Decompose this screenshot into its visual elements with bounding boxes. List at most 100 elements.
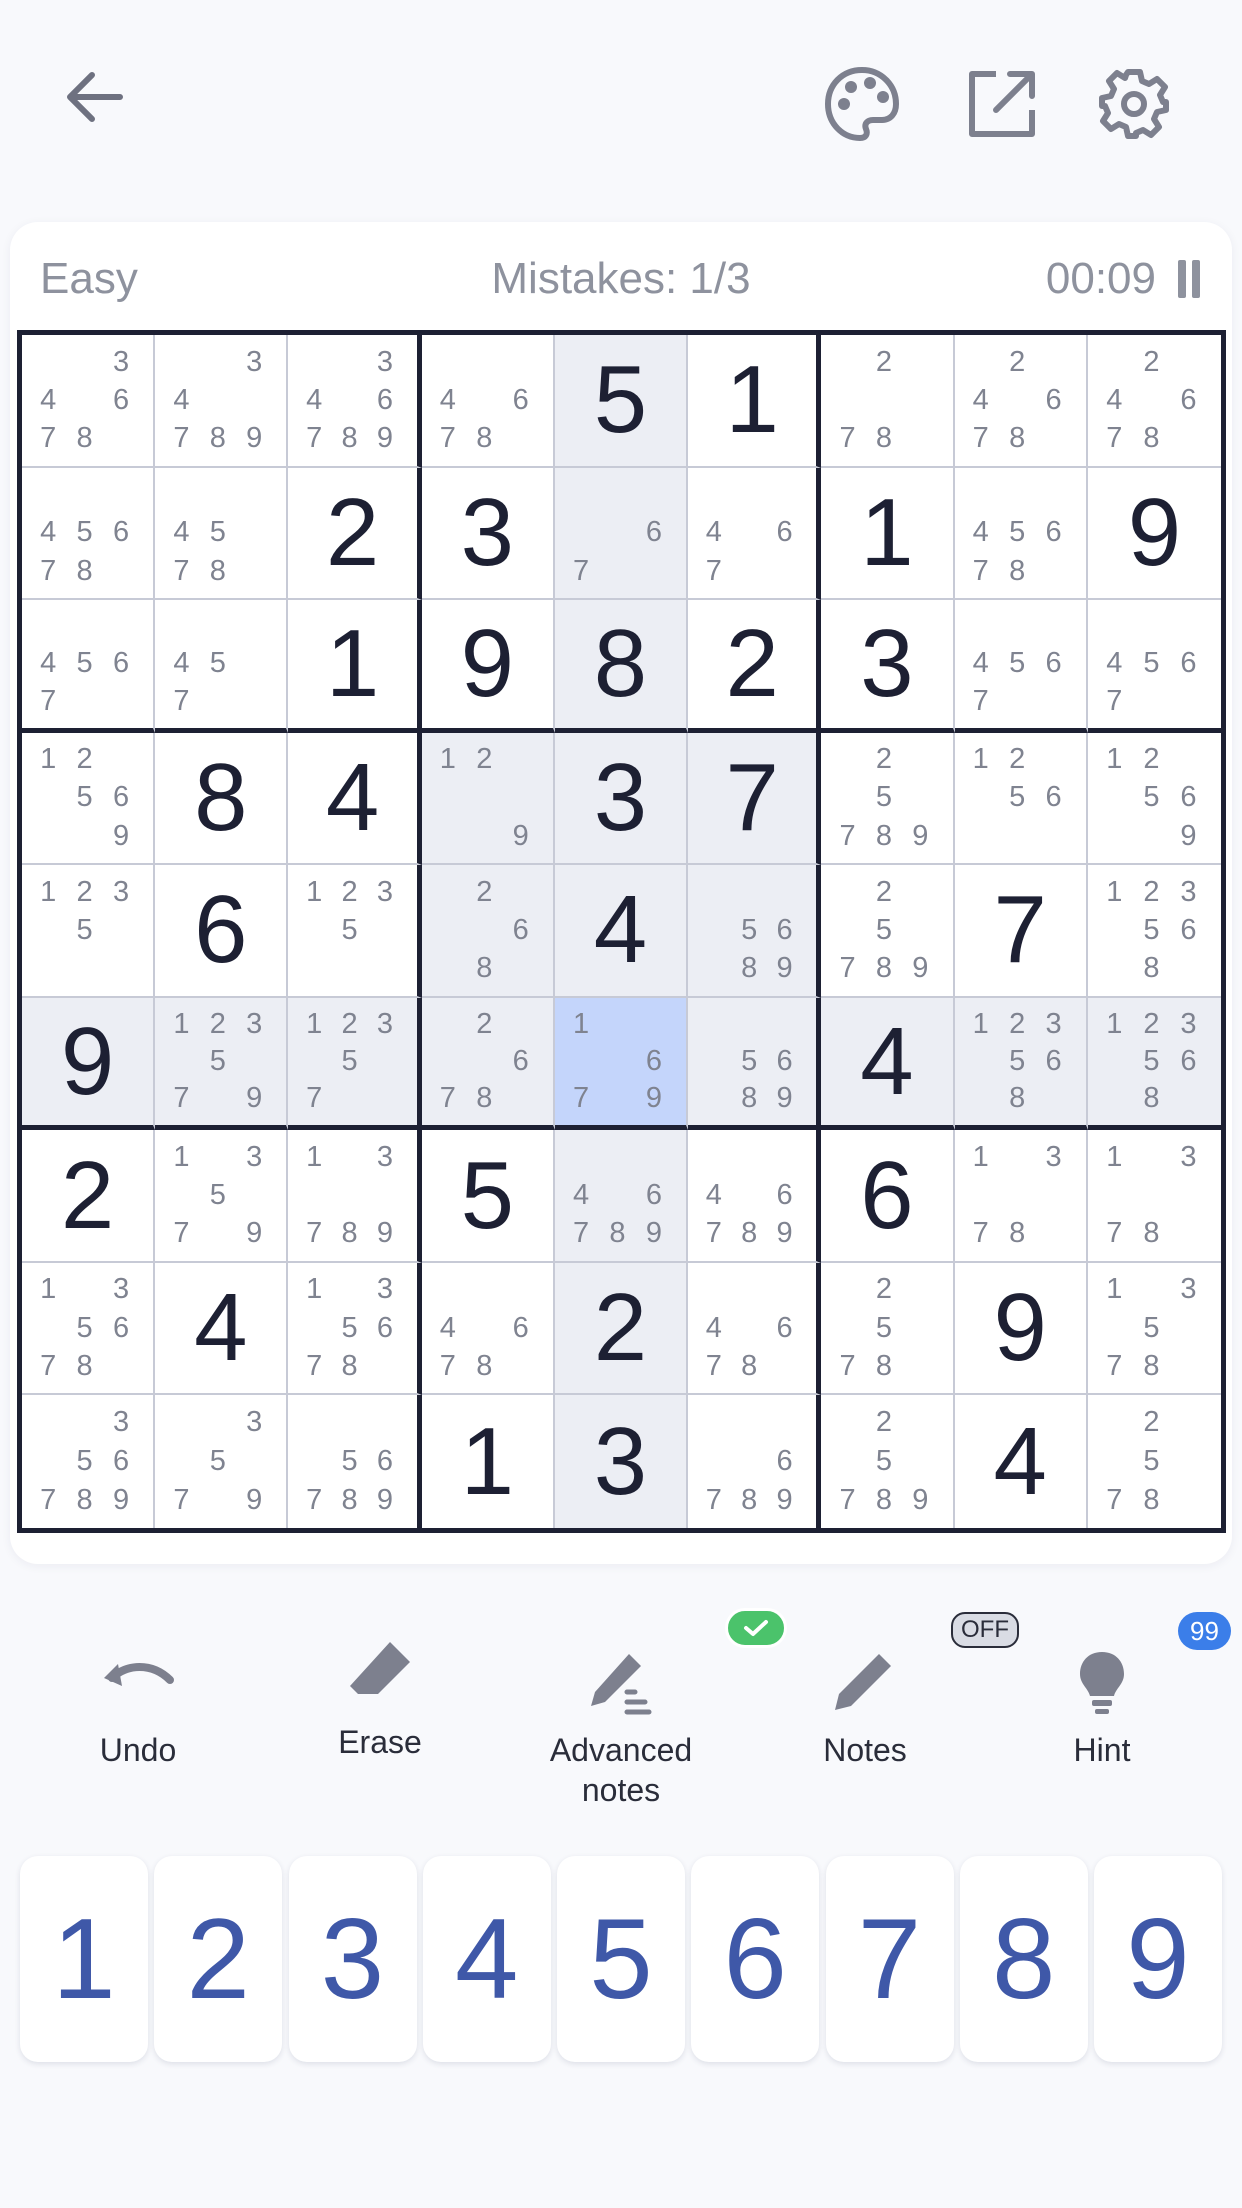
cell-r2c6[interactable]: 4 6 7 (688, 467, 822, 601)
cell-r5c4[interactable]: 268 (421, 865, 555, 998)
cell-r1c2[interactable]: 3 4 789 (155, 335, 289, 468)
cell-r7c8[interactable]: 1 3 78 (954, 1130, 1088, 1263)
notes-button[interactable]: OFF Notes (765, 1612, 1019, 1770)
cell-r8c7[interactable]: 2 578 (821, 1262, 955, 1396)
cell-r9c2[interactable]: 357 9 (155, 1395, 289, 1528)
cell-r8c4[interactable]: 4 6 78 (421, 1262, 555, 1396)
cell-r8c9[interactable]: 1 3578 (1087, 1262, 1221, 1396)
cell-r6c2[interactable]: 12357 9 (155, 997, 289, 1131)
cell-r5c8[interactable]: 7 (954, 865, 1088, 998)
cell-r6c1[interactable]: 9 (22, 997, 156, 1131)
cell-r7c6[interactable]: 4 6 789 (688, 1130, 822, 1263)
cell-r7c4[interactable]: 5 (421, 1130, 555, 1263)
cell-r7c1[interactable]: 2 (22, 1130, 156, 1263)
cell-r9c1[interactable]: 356 789 (22, 1395, 156, 1528)
cell-r4c6[interactable]: 7 (688, 732, 822, 866)
cell-r6c8[interactable]: 123568 (954, 997, 1088, 1131)
numpad-key-5[interactable]: 5 (557, 1856, 685, 2062)
cell-r9c3[interactable]: 56 789 (288, 1395, 422, 1528)
cell-r4c3[interactable]: 4 (288, 732, 422, 866)
cell-r1c8[interactable]: 24 6 78 (954, 335, 1088, 468)
cell-r3c6[interactable]: 2 (688, 600, 822, 733)
cell-r3c1[interactable]: 456 7 (22, 600, 156, 733)
cell-r9c7[interactable]: 2 5789 (821, 1395, 955, 1528)
cell-r7c9[interactable]: 1 3 78 (1087, 1130, 1221, 1263)
cell-r3c2[interactable]: 457 (155, 600, 289, 733)
cell-r2c2[interactable]: 4578 (155, 467, 289, 601)
cell-r2c4[interactable]: 3 (421, 467, 555, 601)
cell-r8c5[interactable]: 2 (554, 1262, 689, 1396)
pause-icon[interactable] (1174, 258, 1204, 300)
numpad-key-6[interactable]: 6 (691, 1856, 820, 2062)
cell-r6c4[interactable]: 26 78 (421, 997, 555, 1131)
share-button[interactable] (960, 62, 1044, 146)
cell-r7c3[interactable]: 1 3 789 (288, 1130, 422, 1263)
cell-r5c3[interactable]: 1235 (288, 865, 422, 998)
cell-r3c5[interactable]: 8 (554, 600, 689, 733)
cell-r2c1[interactable]: 456 78 (22, 467, 156, 601)
cell-r2c7[interactable]: 1 (821, 467, 955, 601)
cell-r9c8[interactable]: 4 (954, 1395, 1088, 1528)
cell-r2c5[interactable]: 67 (554, 467, 689, 601)
cell-r4c7[interactable]: 2 5789 (821, 732, 955, 866)
cell-r6c9[interactable]: 123568 (1087, 997, 1221, 1131)
numpad-key-8[interactable]: 8 (959, 1856, 1088, 2062)
cell-r3c8[interactable]: 456 7 (954, 600, 1088, 733)
cell-r5c1[interactable]: 1235 (22, 865, 156, 998)
numpad-key-1[interactable]: 1 (20, 1856, 148, 2062)
cell-r9c9[interactable]: 2 578 (1087, 1395, 1221, 1528)
cell-r5c5[interactable]: 4 (554, 865, 689, 998)
cell-r1c4[interactable]: 4 6 78 (421, 335, 555, 468)
numpad-key-3[interactable]: 3 (288, 1856, 417, 2062)
cell-r2c3[interactable]: 2 (288, 467, 422, 601)
cell-r8c8[interactable]: 9 (954, 1262, 1088, 1396)
cell-r6c5[interactable]: 1679 (554, 997, 689, 1131)
cell-r6c7[interactable]: 4 (821, 997, 955, 1131)
hint-button[interactable]: 99 Hint (1002, 1612, 1231, 1770)
cell-r1c7[interactable]: 2 78 (821, 335, 955, 468)
cell-r7c5[interactable]: 4 6 789 (554, 1130, 689, 1263)
cell-r4c2[interactable]: 8 (155, 732, 289, 866)
cell-r9c5[interactable]: 3 (554, 1395, 689, 1528)
cell-r4c9[interactable]: 12 56 9 (1087, 732, 1221, 866)
cell-r3c9[interactable]: 456 7 (1087, 600, 1221, 733)
cell-r5c2[interactable]: 6 (155, 865, 289, 998)
back-button[interactable] (54, 55, 138, 139)
erase-button[interactable]: Erase (280, 1632, 480, 1762)
cell-r4c8[interactable]: 12 56 (954, 732, 1088, 866)
cell-r6c3[interactable]: 12357 (288, 997, 422, 1131)
cell-r2c8[interactable]: 456 78 (954, 467, 1088, 601)
cell-r9c4[interactable]: 1 (421, 1395, 555, 1528)
cell-r7c7[interactable]: 6 (821, 1130, 955, 1263)
cell-r5c7[interactable]: 2 5789 (821, 865, 955, 998)
cell-r6c6[interactable]: 5689 (688, 997, 822, 1131)
undo-button[interactable]: Undo (38, 1640, 238, 1770)
theme-button[interactable] (820, 62, 904, 146)
cell-r9c6[interactable]: 6 789 (688, 1395, 822, 1528)
cell-r1c6[interactable]: 1 (688, 335, 822, 468)
cell-r3c4[interactable]: 9 (421, 600, 555, 733)
cell-r5c6[interactable]: 5689 (688, 865, 822, 998)
cell-r3c7[interactable]: 3 (821, 600, 955, 733)
cell-r8c6[interactable]: 4 6 78 (688, 1262, 822, 1396)
cell-r8c2[interactable]: 4 (155, 1262, 289, 1396)
settings-button[interactable] (1092, 62, 1176, 146)
numpad-key-4[interactable]: 4 (422, 1856, 551, 2062)
cell-r2c9[interactable]: 9 (1087, 467, 1221, 601)
numpad-key-2[interactable]: 2 (154, 1856, 283, 2062)
cell-r4c5[interactable]: 3 (554, 732, 689, 866)
cell-r4c4[interactable]: 12 9 (421, 732, 555, 866)
advanced-notes-button[interactable]: Advanced notes (521, 1608, 787, 1810)
cell-r4c1[interactable]: 12 56 9 (22, 732, 156, 866)
cell-r1c3[interactable]: 3 4 6 789 (288, 335, 422, 468)
cell-r7c2[interactable]: 1 357 9 (155, 1130, 289, 1263)
cell-r3c3[interactable]: 1 (288, 600, 422, 733)
numpad-key-7[interactable]: 7 (825, 1856, 954, 2062)
cell-r1c1[interactable]: 3 4 6 78 (22, 335, 156, 468)
cell-r8c1[interactable]: 1 356 78 (22, 1262, 156, 1396)
cell-r1c5[interactable]: 5 (554, 335, 689, 468)
cell-r1c9[interactable]: 24 6 78 (1087, 335, 1221, 468)
numpad-key-9[interactable]: 9 (1094, 1856, 1222, 2062)
cell-r5c9[interactable]: 123568 (1087, 865, 1221, 998)
cell-r8c3[interactable]: 1 356 78 (288, 1262, 422, 1396)
